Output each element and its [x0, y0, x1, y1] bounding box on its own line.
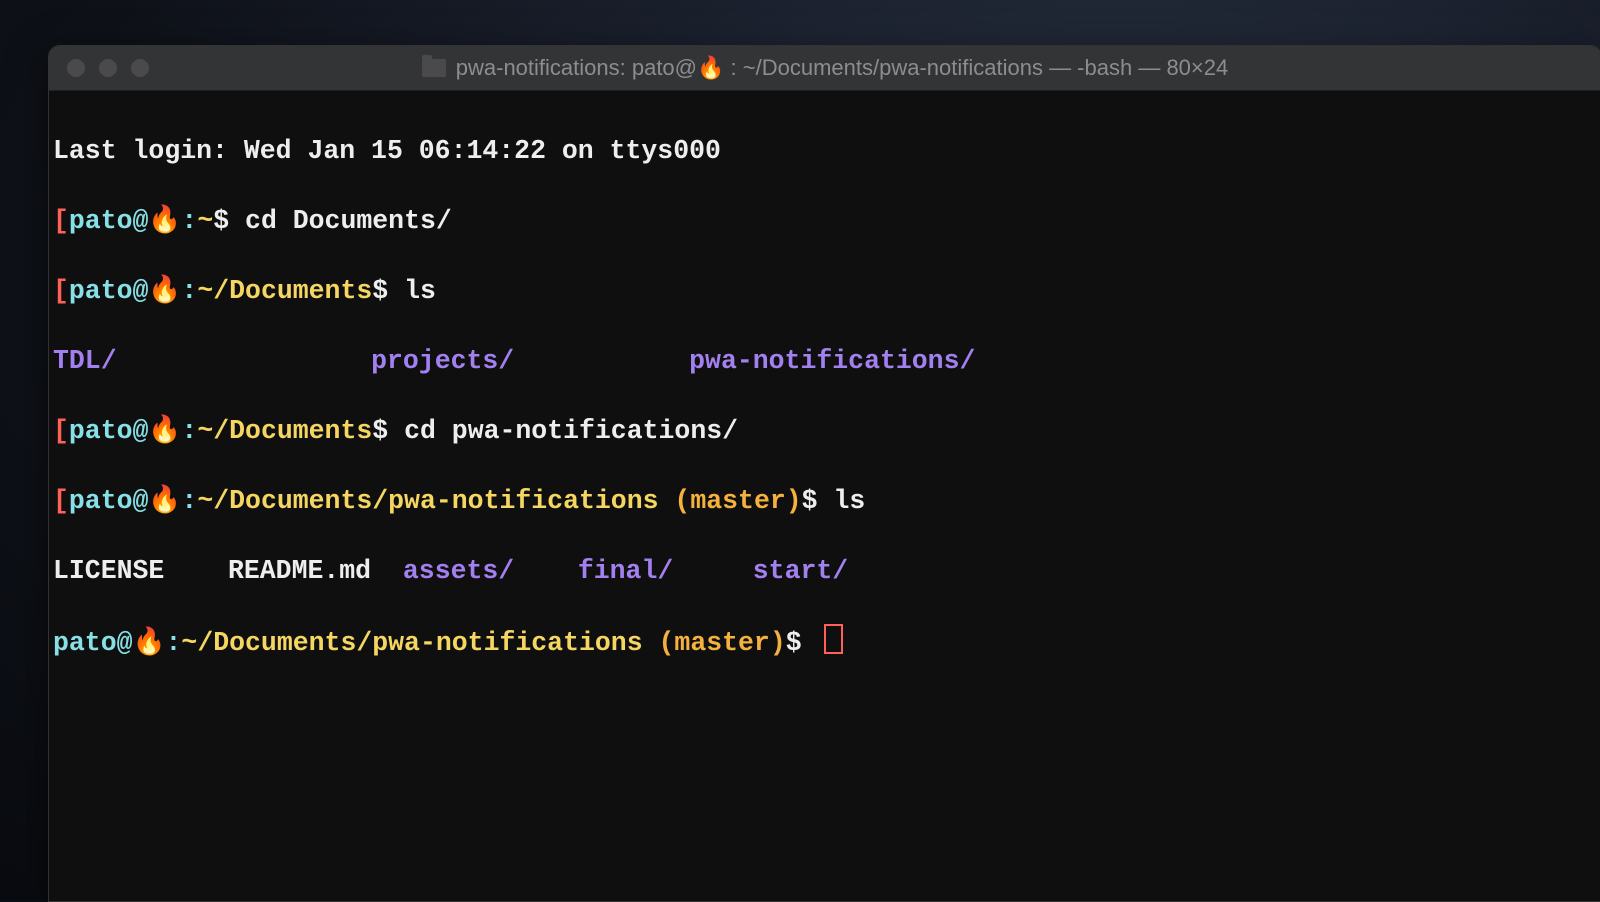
git-branch: master [690, 486, 785, 516]
branch-close: ) [770, 628, 786, 658]
zoom-button[interactable] [131, 59, 149, 77]
prompt-line-2: [pato@🔥:~/Documents$ ls [53, 274, 1599, 309]
file-entry: LICENSE [53, 556, 164, 586]
prompt-path: ~ [197, 206, 213, 236]
dir-entry: final/ [578, 556, 673, 586]
prompt-dollar: $ [213, 206, 245, 236]
git-branch: master [674, 628, 769, 658]
prompt-path: ~/Documents/pwa-notifications [181, 628, 642, 658]
close-button[interactable] [67, 59, 85, 77]
prompt-sep: : [181, 276, 197, 306]
minimize-button[interactable] [99, 59, 117, 77]
prompt-user: pato@ [69, 276, 149, 306]
window-title: pwa-notifications: pato@🔥 : ~/Documents/… [49, 55, 1600, 81]
prompt-line-current[interactable]: pato@🔥:~/Documents/pwa-notifications (ma… [53, 624, 1599, 661]
terminal-content[interactable]: Last login: Wed Jan 15 06:14:22 on ttys0… [49, 91, 1600, 739]
fire-icon: 🔥 [148, 416, 181, 446]
ls-output-2: LICENSE README.md assets/ final/ start/ [53, 554, 1599, 589]
branch-open: ( [643, 628, 675, 658]
window-title-text: pwa-notifications: pato@🔥 : ~/Documents/… [456, 55, 1228, 81]
bracket-open: [ [53, 486, 69, 516]
prompt-user: pato@ [69, 416, 149, 446]
cursor[interactable] [824, 624, 843, 654]
dir-entry: projects/ [371, 346, 514, 376]
prompt-user: pato@ [69, 486, 149, 516]
prompt-sep: : [181, 416, 197, 446]
bracket-open: [ [53, 416, 69, 446]
prompt-dollar: $ [786, 628, 818, 658]
branch-open: ( [659, 486, 691, 516]
prompt-line-4: [pato@🔥:~/Documents/pwa-notifications (m… [53, 484, 1599, 519]
prompt-path: ~/Documents/pwa-notifications [197, 486, 658, 516]
fire-icon: 🔥 [133, 628, 166, 658]
dir-entry: start/ [753, 556, 848, 586]
command-text: cd pwa-notifications/ [404, 416, 738, 446]
folder-icon [422, 59, 446, 77]
dir-entry: TDL/ [53, 346, 117, 376]
prompt-sep: : [181, 206, 197, 236]
prompt-dollar: $ [372, 416, 404, 446]
command-text: ls [833, 486, 865, 516]
last-login-text: Last login: Wed Jan 15 06:14:22 on ttys0… [53, 136, 721, 166]
prompt-sep: : [181, 486, 197, 516]
command-text: ls [404, 276, 436, 306]
bracket-open: [ [53, 206, 69, 236]
prompt-user: pato@ [69, 206, 149, 236]
command-text: cd Documents/ [245, 206, 452, 236]
ls-output-1: TDL/ projects/ pwa-notifications/ [53, 344, 1599, 379]
titlebar[interactable]: pwa-notifications: pato@🔥 : ~/Documents/… [49, 46, 1600, 91]
bracket-open: [ [53, 276, 69, 306]
branch-close: ) [786, 486, 802, 516]
prompt-dollar: $ [372, 276, 404, 306]
last-login-line: Last login: Wed Jan 15 06:14:22 on ttys0… [53, 134, 1599, 169]
prompt-line-1: [pato@🔥:~$ cd Documents/ [53, 204, 1599, 239]
prompt-user: pato@ [53, 628, 133, 658]
prompt-path: ~/Documents [197, 276, 372, 306]
terminal-window: pwa-notifications: pato@🔥 : ~/Documents/… [48, 45, 1600, 902]
window-controls [67, 59, 149, 77]
prompt-line-3: [pato@🔥:~/Documents$ cd pwa-notification… [53, 414, 1599, 449]
prompt-path: ~/Documents [197, 416, 372, 446]
file-entry: README.md [228, 556, 371, 586]
fire-icon: 🔥 [148, 276, 181, 306]
prompt-sep: : [166, 628, 182, 658]
prompt-dollar: $ [802, 486, 834, 516]
fire-icon: 🔥 [148, 206, 181, 236]
fire-icon: 🔥 [148, 486, 181, 516]
dir-entry: pwa-notifications/ [689, 346, 975, 376]
dir-entry: assets/ [403, 556, 514, 586]
